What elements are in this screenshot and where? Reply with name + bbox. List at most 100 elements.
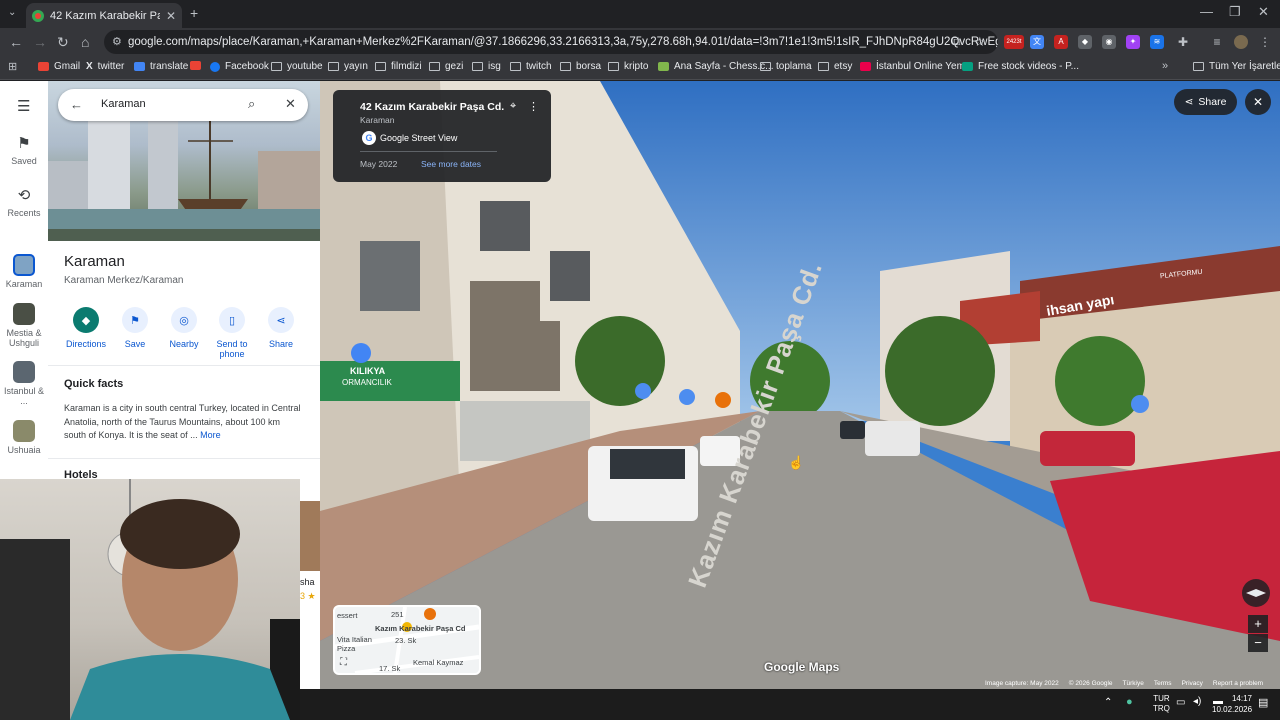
folder-icon	[375, 62, 386, 71]
source-label: Google Street View	[380, 133, 458, 143]
bookmark-youtube-red[interactable]	[190, 61, 201, 70]
bookmark-folder-twitch[interactable]: twitch	[510, 61, 552, 72]
bookmark-label: youtube	[287, 61, 323, 72]
report-problem-link[interactable]: Report a problem	[1213, 680, 1263, 687]
extension-purple-icon[interactable]: ✦	[1126, 35, 1140, 49]
privacy-link[interactable]: Privacy	[1182, 680, 1203, 687]
directions-button[interactable]: ◆ Directions	[62, 307, 110, 349]
clock[interactable]: 14:17 10.02.2026	[1212, 693, 1252, 715]
minimap-label: Kemal Kaymaz	[413, 658, 464, 667]
bookmark-folder-borsa[interactable]: borsa	[560, 61, 601, 72]
reload-icon[interactable]: ↻	[57, 34, 69, 51]
zoom-in-button[interactable]: +	[1248, 615, 1268, 633]
extensions-puzzle-icon[interactable]: ✚	[1176, 35, 1190, 49]
site-info-icon[interactable]: ⚙	[112, 35, 122, 48]
address-city: Karaman	[360, 115, 395, 125]
rail-recent-ushuaia[interactable]: Ushuaia	[0, 420, 48, 455]
network-icon[interactable]: ▭	[1176, 697, 1185, 708]
see-more-dates-link[interactable]: See more dates	[421, 159, 481, 169]
tab-search-icon[interactable]: ⌄	[8, 7, 16, 18]
language-indicator[interactable]: TUR TRQ	[1153, 694, 1170, 714]
place-hero-photo[interactable]: ← Karaman ⌕ ✕	[48, 81, 320, 241]
minimap-label: Vita Italian Pizza	[337, 635, 372, 653]
bookmark-label: filmdizi	[391, 61, 422, 72]
restore-icon[interactable]: ❐	[1229, 4, 1241, 20]
more-link[interactable]: More	[200, 430, 221, 440]
extension-car-icon[interactable]: ◉	[1102, 35, 1116, 49]
rail-recent-mestia[interactable]: Mestia & Ushguli	[0, 303, 48, 348]
location-pin-icon[interactable]: ⌖	[510, 100, 516, 113]
bookmark-chess[interactable]: Ana Sayfa - Chess.c...	[658, 61, 774, 72]
bookmark-pexels[interactable]: Free stock videos - P...	[962, 61, 1079, 72]
share-icon: ⋖	[1184, 96, 1194, 108]
extension-diamond-icon[interactable]: ◆	[1078, 35, 1092, 49]
search-box[interactable]: ← Karaman ⌕ ✕	[58, 89, 308, 121]
apps-grid-icon[interactable]: ⊞	[8, 60, 17, 73]
terms-link[interactable]: Terms	[1154, 680, 1172, 687]
adblock-extension-icon[interactable]: A	[1054, 35, 1068, 49]
rail-recents[interactable]: ⟲ Recents	[0, 186, 48, 218]
bookmark-folder-youtube[interactable]: youtube	[271, 61, 323, 72]
region-link[interactable]: Türkiye	[1123, 680, 1144, 687]
language-code: TUR	[1153, 694, 1170, 703]
forward-icon[interactable]: →	[33, 34, 47, 50]
bookmark-twitter[interactable]: Xtwitter	[86, 61, 124, 72]
hotel-name[interactable]: sha	[300, 577, 315, 587]
bookmark-folder-filmdizi[interactable]: filmdizi	[375, 61, 422, 72]
minimize-icon[interactable]: —	[1200, 4, 1213, 19]
bookmark-folder-yayin[interactable]: yayın	[328, 61, 368, 72]
bookmarks-bar: ⊞ Gmail Xtwitter translate Facebook yout…	[0, 56, 1280, 80]
browser-tab[interactable]: 42 Kazım Karabekir Paşa Cd. - G ✕	[26, 3, 182, 28]
bookmark-translate[interactable]: translate	[134, 61, 188, 72]
extension-badge-icon[interactable]: 2423t	[1004, 35, 1024, 49]
rail-recent-istanbul[interactable]: Istanbul & ...	[0, 361, 48, 406]
microphone-icon[interactable]: ●	[1126, 696, 1133, 708]
translate-extension-icon[interactable]: 文	[1030, 35, 1044, 49]
browser-menu-icon[interactable]: ⋮	[1258, 35, 1272, 49]
rail-label: Mestia & Ushguli	[6, 328, 42, 348]
share-button[interactable]: ⋖ Share	[1174, 89, 1237, 115]
bookmark-folder-gezi[interactable]: gezi	[429, 61, 463, 72]
bookmark-label: twitter	[97, 61, 125, 72]
profile-avatar[interactable]	[1234, 35, 1248, 49]
close-window-icon[interactable]: ✕	[1258, 4, 1269, 20]
address-bar[interactable]: ⚙ google.com/maps/place/Karaman,+Karaman…	[104, 30, 998, 54]
clear-search-icon[interactable]: ✕	[285, 96, 296, 112]
nearby-button[interactable]: ◎ Nearby	[160, 307, 208, 349]
bookmark-folder-toplama[interactable]: toplama	[760, 61, 812, 72]
rail-recent-karaman[interactable]: Karaman	[0, 254, 48, 289]
bookmark-folder-etsy[interactable]: etsy	[818, 61, 852, 72]
all-bookmarks[interactable]: Tüm Yer İşaretleri	[1193, 61, 1280, 72]
more-bookmarks-icon[interactable]: »	[1162, 60, 1168, 72]
install-app-icon[interactable]: ⧉	[952, 34, 961, 49]
search-input[interactable]: Karaman	[101, 98, 146, 110]
tray-overflow-icon[interactable]: ⌃	[1104, 697, 1112, 708]
new-tab-icon[interactable]: +	[190, 5, 198, 21]
close-street-view-button[interactable]: ✕	[1245, 89, 1271, 115]
extension-waves-icon[interactable]: ≋	[1150, 35, 1164, 49]
menu-icon[interactable]: ☰	[17, 97, 30, 115]
back-icon[interactable]: ←	[9, 34, 23, 50]
home-icon[interactable]: ⌂	[81, 34, 89, 50]
bookmark-gmail[interactable]: Gmail	[38, 61, 80, 72]
save-button[interactable]: ⚑ Save	[111, 307, 159, 349]
media-control-icon[interactable]: ≡	[1210, 35, 1224, 49]
notifications-icon[interactable]: ▤	[1258, 696, 1268, 709]
search-icon[interactable]: ⌕	[248, 96, 255, 112]
speaker-icon[interactable]: ◂)	[1193, 696, 1201, 707]
bookmark-star-icon[interactable]: ☆	[974, 34, 986, 50]
more-options-icon[interactable]: ⋮	[528, 100, 539, 113]
bookmark-yemeksepeti[interactable]: İstanbul Online Yem...	[860, 61, 973, 72]
share-place-button[interactable]: ⋖ Share	[257, 307, 305, 349]
bookmark-facebook[interactable]: Facebook	[210, 61, 269, 72]
rail-saved[interactable]: ⚑ Saved	[0, 134, 48, 166]
zoom-out-button[interactable]: −	[1248, 634, 1268, 652]
close-tab-icon[interactable]: ✕	[166, 9, 176, 23]
back-arrow-icon[interactable]: ←	[70, 97, 83, 112]
hotel-thumbnail[interactable]	[300, 501, 320, 571]
minimap[interactable]: essert 251 23. Sk Kazım Karabekir Paşa C…	[333, 605, 481, 675]
send-to-phone-button[interactable]: ▯ Send to phone	[208, 307, 256, 359]
expand-minimap-icon[interactable]: ⛶	[340, 657, 347, 668]
bookmark-folder-kripto[interactable]: kripto	[608, 61, 648, 72]
bookmark-folder-isg[interactable]: isg	[472, 61, 501, 72]
